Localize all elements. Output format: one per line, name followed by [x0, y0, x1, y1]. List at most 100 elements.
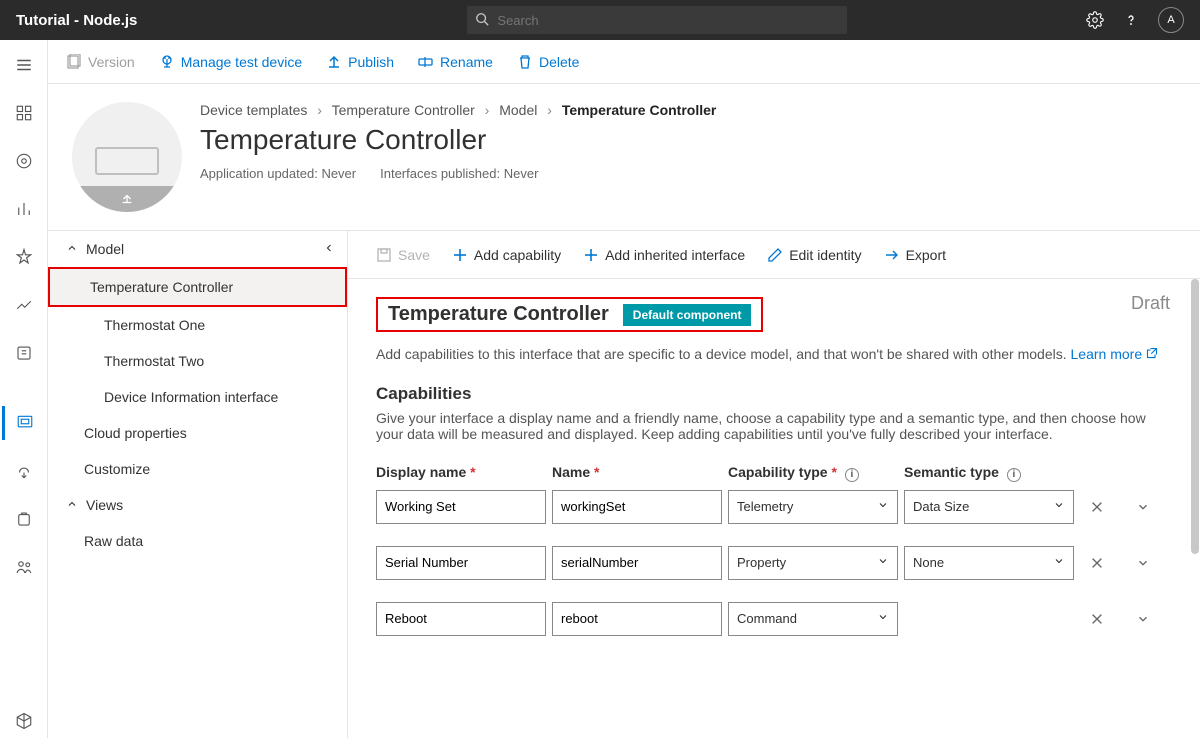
learn-more-link[interactable]: Learn more: [1071, 346, 1158, 362]
device-template-icon[interactable]: [72, 102, 182, 212]
capabilities-table-header: Display name * Name * Capability type * …: [376, 464, 1172, 482]
tree-node-cloud-properties[interactable]: Cloud properties: [48, 415, 347, 451]
tree-node-thermostat-two[interactable]: Thermostat Two: [48, 343, 347, 379]
name-field[interactable]: [552, 546, 722, 580]
topbar-right: A: [1086, 7, 1184, 33]
publish-button[interactable]: Publish: [326, 54, 394, 70]
chevron-down-icon: [1053, 499, 1065, 514]
manage-test-device-button[interactable]: Manage test device: [159, 54, 302, 70]
search-icon: [475, 12, 489, 29]
semantic-type-select[interactable]: Data Size: [904, 490, 1074, 524]
info-icon[interactable]: i: [845, 468, 859, 482]
default-component-badge: Default component: [623, 304, 752, 326]
dashboard-icon[interactable]: [2, 96, 46, 130]
top-bar: Tutorial - Node.js A: [0, 0, 1200, 40]
devices-icon[interactable]: [2, 144, 46, 178]
cube-icon[interactable]: [2, 704, 46, 738]
tree-node-raw-data[interactable]: Raw data: [48, 523, 347, 559]
info-icon[interactable]: i: [1007, 468, 1021, 482]
expand-row-button[interactable]: [1126, 500, 1160, 514]
expand-row-button[interactable]: [1126, 556, 1160, 570]
search-input[interactable]: [497, 13, 839, 28]
capability-row: Property None: [376, 546, 1172, 580]
breadcrumb-template[interactable]: Temperature Controller: [332, 102, 475, 118]
views-tree-header[interactable]: Views: [48, 487, 347, 523]
save-button: Save: [376, 247, 430, 263]
chevron-up-icon: [66, 497, 78, 513]
section-title: Temperature Controller: [388, 303, 609, 326]
content-area: Save Add capability Add inherited interf…: [348, 231, 1200, 738]
breadcrumb: Device templates › Temperature Controlle…: [200, 102, 716, 118]
app-title: Tutorial - Node.js: [16, 12, 137, 29]
capability-type-select[interactable]: Telemetry: [728, 490, 898, 524]
content-toolbar: Save Add capability Add inherited interf…: [348, 231, 1200, 279]
device-templates-icon[interactable]: [2, 406, 46, 440]
col-name: Name *: [552, 464, 722, 482]
capability-row: Telemetry Data Size: [376, 490, 1172, 524]
section-description: Add capabilities to this interface that …: [376, 346, 1172, 362]
capabilities-heading: Capabilities: [376, 384, 1172, 404]
command-bar: Version Manage test device Publish Renam…: [48, 40, 1200, 84]
tree-node-device-information[interactable]: Device Information interface: [48, 379, 347, 415]
capability-type-select[interactable]: Property: [728, 546, 898, 580]
capabilities-description: Give your interface a display name and a…: [376, 410, 1172, 442]
chevron-down-icon: [877, 611, 889, 626]
add-inherited-interface-button[interactable]: Add inherited interface: [583, 247, 745, 263]
breadcrumb-model[interactable]: Model: [499, 102, 537, 118]
rules-icon[interactable]: [2, 240, 46, 274]
name-field[interactable]: [552, 490, 722, 524]
admin-icon[interactable]: [2, 502, 46, 536]
status-badge: Draft: [1131, 293, 1170, 314]
col-semantic-type: Semantic type i: [904, 464, 1074, 482]
chart-icon[interactable]: [2, 288, 46, 322]
edit-identity-button[interactable]: Edit identity: [767, 247, 861, 263]
col-capability-type: Capability type * i: [728, 464, 898, 482]
export-button[interactable]: Export: [884, 247, 946, 263]
nav-rail: [0, 40, 48, 738]
analytics-icon[interactable]: [2, 192, 46, 226]
breadcrumb-device-templates[interactable]: Device templates: [200, 102, 307, 118]
col-display-name: Display name *: [376, 464, 546, 482]
version-button: Version: [66, 54, 135, 70]
app-updated-meta: Application updated: Never: [200, 166, 356, 181]
display-name-field[interactable]: [376, 490, 546, 524]
chevron-left-icon[interactable]: [323, 241, 335, 257]
tree-node-customize[interactable]: Customize: [48, 451, 347, 487]
display-name-field[interactable]: [376, 602, 546, 636]
expand-row-button[interactable]: [1126, 612, 1160, 626]
capability-type-select[interactable]: Command: [728, 602, 898, 636]
jobs-icon[interactable]: [2, 336, 46, 370]
delete-row-button[interactable]: [1080, 556, 1114, 570]
data-export-icon[interactable]: [2, 454, 46, 488]
chevron-down-icon: [1053, 555, 1065, 570]
delete-row-button[interactable]: [1080, 612, 1114, 626]
chevron-up-icon: [66, 241, 78, 257]
breadcrumb-current: Temperature Controller: [562, 102, 717, 118]
capability-row: Command: [376, 602, 1172, 636]
external-link-icon: [1146, 346, 1158, 358]
delete-button[interactable]: Delete: [517, 54, 579, 70]
search-box[interactable]: [467, 6, 847, 34]
add-capability-button[interactable]: Add capability: [452, 247, 561, 263]
scrollbar[interactable]: [1190, 279, 1200, 738]
users-icon[interactable]: [2, 550, 46, 584]
avatar[interactable]: A: [1158, 7, 1184, 33]
semantic-type-select[interactable]: None: [904, 546, 1074, 580]
model-tree-header[interactable]: Model: [48, 231, 347, 267]
tree-node-thermostat-one[interactable]: Thermostat One: [48, 307, 347, 343]
model-tree-panel: Model Temperature Controller Thermostat …: [48, 231, 348, 738]
page-header: Device templates › Temperature Controlle…: [48, 84, 1200, 231]
tree-node-temperature-controller[interactable]: Temperature Controller: [48, 267, 347, 307]
chevron-down-icon: [877, 555, 889, 570]
chevron-down-icon: [877, 499, 889, 514]
name-field[interactable]: [552, 602, 722, 636]
rename-button[interactable]: Rename: [418, 54, 493, 70]
page-title: Temperature Controller: [200, 124, 716, 156]
section-title-highlight: Temperature Controller Default component: [376, 297, 763, 332]
hamburger-icon[interactable]: [2, 48, 46, 82]
gear-icon[interactable]: [1086, 11, 1104, 29]
delete-row-button[interactable]: [1080, 500, 1114, 514]
interfaces-published-meta: Interfaces published: Never: [380, 166, 538, 181]
display-name-field[interactable]: [376, 546, 546, 580]
help-icon[interactable]: [1122, 11, 1140, 29]
